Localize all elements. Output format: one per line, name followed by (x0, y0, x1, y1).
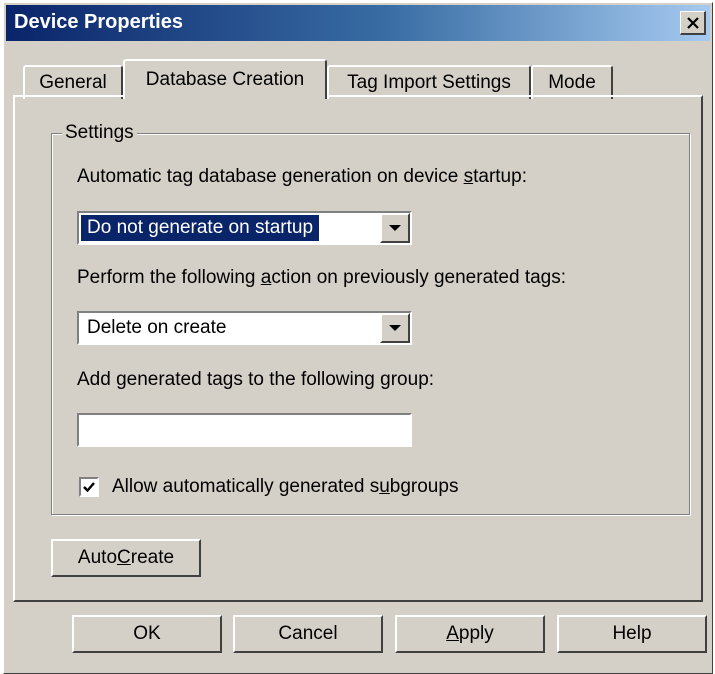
ok-button[interactable]: OK (72, 615, 222, 653)
startup-generation-label: Automatic tag database generation on dev… (77, 166, 527, 187)
tab-general-label: General (39, 72, 107, 93)
group-input[interactable] (77, 413, 412, 447)
close-x-icon (686, 16, 699, 29)
tab-database-creation[interactable]: Database Creation (123, 59, 327, 99)
chevron-down-icon (389, 225, 401, 231)
subgroups-label[interactable]: Allow automatically generated subgroups (112, 476, 458, 498)
chevron-down-icon (389, 325, 401, 331)
group-label: Add generated tags to the following grou… (77, 369, 435, 390)
title-bar[interactable]: Device Properties (6, 5, 710, 41)
auto-create-button[interactable]: Auto Create (51, 539, 201, 577)
device-properties-dialog: Device Properties General Database Creat… (3, 2, 713, 674)
tab-general[interactable]: General (23, 65, 123, 99)
settings-group-title: Settings (62, 122, 137, 144)
window-title: Device Properties (14, 11, 183, 33)
checkmark-icon (83, 482, 95, 493)
previous-tags-action-label: Perform the following action on previous… (77, 267, 567, 288)
subgroups-checkbox[interactable] (79, 477, 99, 497)
startup-generation-dropdown[interactable]: Do not generate on startup (77, 211, 412, 245)
tab-database-creation-label: Database Creation (145, 69, 305, 90)
database-creation-panel: Settings Automatic tag database generati… (13, 95, 703, 602)
previous-tags-action-value: Delete on create (87, 317, 227, 338)
startup-generation-value: Do not generate on startup (81, 215, 320, 241)
previous-tags-action-dropdown[interactable]: Delete on create (77, 311, 412, 345)
settings-groupbox: Settings Automatic tag database generati… (51, 122, 690, 515)
tab-mode-label: Mode (548, 72, 596, 93)
tab-tag-import-settings[interactable]: Tag Import Settings (327, 65, 531, 99)
tab-mode[interactable]: Mode (531, 65, 613, 99)
tab-tag-import-settings-label: Tag Import Settings (347, 72, 511, 93)
startup-dropdown-button[interactable] (380, 213, 410, 243)
apply-button[interactable]: Apply (395, 615, 545, 653)
close-button[interactable] (680, 11, 706, 35)
action-dropdown-button[interactable] (380, 313, 410, 343)
cancel-button[interactable]: Cancel (233, 615, 383, 653)
help-button[interactable]: Help (557, 615, 707, 653)
